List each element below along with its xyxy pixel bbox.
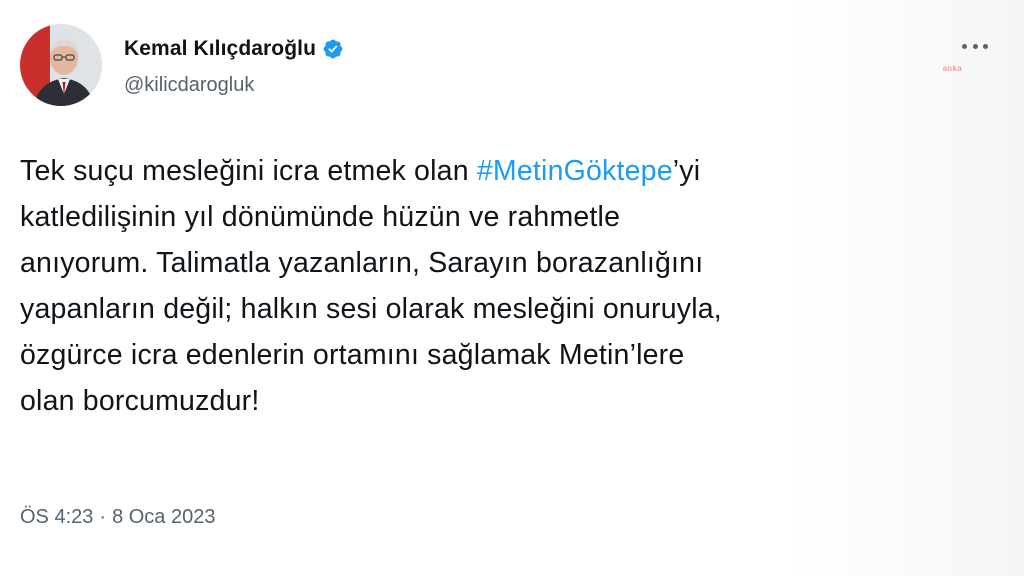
more-dot bbox=[972, 43, 978, 49]
more-dot bbox=[962, 43, 967, 49]
hashtag-link[interactable]: #MetinGöktepe bbox=[477, 155, 673, 187]
tweet-line: katledilişinin yıl dönümünde hüzün ve ra… bbox=[20, 201, 621, 233]
more-dot bbox=[983, 43, 988, 49]
verified-badge-icon[interactable] bbox=[322, 38, 344, 60]
watermark-logo: anka bbox=[942, 64, 962, 73]
author-name-row: Kemal Kılıçdaroğlu bbox=[124, 34, 344, 64]
avatar[interactable] bbox=[20, 24, 102, 106]
tweet-time[interactable]: ÖS 4:23 bbox=[20, 506, 93, 529]
avatar-photo-icon bbox=[20, 24, 102, 106]
tweet-line: özgürce icra edenlerin ortamını sağlamak… bbox=[20, 339, 685, 371]
tweet-card: Kemal Kılıçdaroğlu @kilicdarogluk anka T… bbox=[0, 0, 1024, 576]
tweet-timestamp: ÖS 4:23 · 8 Oca 2023 bbox=[20, 506, 215, 529]
tweet-text: Tek suçu mesleğini icra etmek olan #Meti… bbox=[20, 148, 1000, 424]
author-handle[interactable]: @kilicdarogluk bbox=[124, 74, 344, 97]
tweet-date[interactable]: 8 Oca 2023 bbox=[112, 506, 215, 529]
tweet-line: anıyorum. Talimatla yazanların, Sarayın … bbox=[20, 247, 704, 279]
more-options-icon[interactable] bbox=[962, 42, 988, 50]
tweet-text-segment: ’yi bbox=[672, 155, 701, 187]
tweet-line: yapanların değil; halkın sesi olarak mes… bbox=[20, 293, 722, 325]
tweet-line: olan borcumuzdur! bbox=[20, 385, 260, 417]
tweet-line: Tek suçu mesleğini icra etmek olan #Meti… bbox=[20, 148, 1000, 194]
timestamp-separator: · bbox=[99, 506, 107, 528]
tweet-header: Kemal Kılıçdaroğlu @kilicdarogluk bbox=[124, 34, 344, 97]
tweet-text-segment: Tek suçu mesleğini icra etmek olan bbox=[20, 155, 477, 187]
author-name[interactable]: Kemal Kılıçdaroğlu bbox=[124, 37, 316, 61]
